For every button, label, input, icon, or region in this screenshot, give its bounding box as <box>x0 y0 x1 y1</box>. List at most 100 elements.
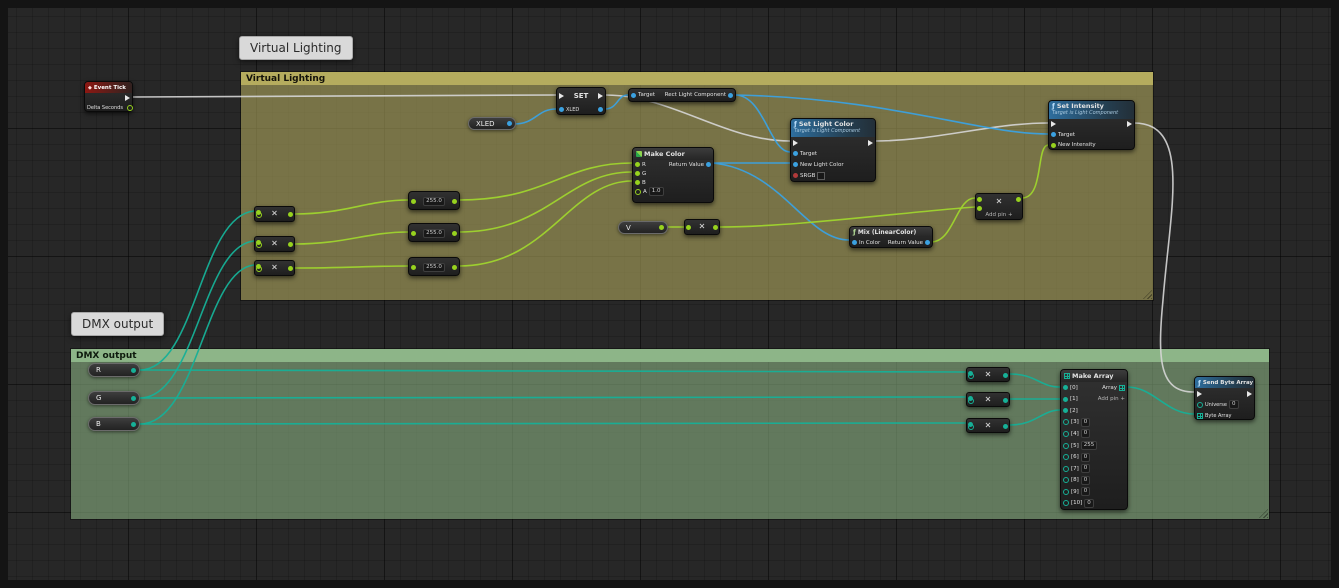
pin-byte-array-in[interactable] <box>1197 413 1203 419</box>
a-value-box[interactable]: 1.0 <box>649 187 664 196</box>
pin-universe-in[interactable] <box>1197 402 1203 408</box>
divide-255-node[interactable]: 255.0 <box>408 257 460 276</box>
node-get-v[interactable]: V <box>618 221 668 234</box>
multiply-node[interactable]: × <box>254 236 295 252</box>
multiply-node[interactable]: × <box>966 392 1010 407</box>
target-label: Target <box>800 151 817 157</box>
pin-a-in[interactable] <box>635 189 641 195</box>
pin-r-in[interactable] <box>635 162 640 167</box>
universe-value-box[interactable]: 0 <box>1229 400 1239 409</box>
node-set-light-color[interactable]: ƒ Set Light Color Target is Light Compon… <box>790 118 876 182</box>
element-value-box[interactable]: 0 <box>1084 499 1094 508</box>
element-value-box[interactable]: 0 <box>1081 487 1091 496</box>
node-set-intensity[interactable]: ƒ Set Intensity Target is Light Componen… <box>1048 100 1135 150</box>
pin-object-out[interactable] <box>598 107 603 112</box>
pin-byte-out[interactable] <box>131 396 136 401</box>
pin-element-in[interactable] <box>1063 500 1069 506</box>
pin-float-in[interactable] <box>411 199 416 204</box>
multiply-node[interactable]: × <box>684 219 720 235</box>
exec-out-pin[interactable] <box>125 95 130 101</box>
element-value-box[interactable]: 0 <box>1081 418 1091 427</box>
pin-array-out[interactable] <box>1119 385 1125 391</box>
node-get-r[interactable]: R <box>88 363 140 377</box>
multiply-symbol: × <box>976 198 1022 206</box>
pin-object-out[interactable] <box>507 121 512 126</box>
pin-object-in[interactable] <box>559 107 564 112</box>
node-get-b[interactable]: B <box>88 417 140 431</box>
element-value-box[interactable]: 0 <box>1081 429 1091 438</box>
pin-element-in[interactable] <box>1063 419 1069 425</box>
node-event-tick[interactable]: ◆ Event Tick Delta Seconds <box>84 81 133 112</box>
pin-g-in[interactable] <box>635 171 640 176</box>
pin-element-in[interactable] <box>1063 454 1069 460</box>
node-send-byte-array[interactable]: ƒ Send Byte Array Universe 0 Byte Array <box>1194 376 1255 420</box>
pin-float-out[interactable] <box>452 231 457 236</box>
element-label: [3] <box>1071 419 1079 425</box>
node-get-xled[interactable]: XLED <box>468 117 516 130</box>
srgb-checkbox[interactable] <box>817 172 825 180</box>
multiply-node[interactable]: × Add pin + <box>975 193 1023 220</box>
pin-float-out[interactable] <box>452 265 457 270</box>
divide-255-node[interactable]: 255.0 <box>408 191 460 210</box>
node-make-array[interactable]: Make Array [0] Array [1] Add pin + [2] <box>1060 369 1128 510</box>
exec-in-pin[interactable] <box>559 93 564 99</box>
exec-in-pin[interactable] <box>1051 121 1056 127</box>
pin-element-in[interactable] <box>1063 477 1069 483</box>
multiply-node[interactable]: × <box>966 418 1010 433</box>
pin-target-in[interactable] <box>1051 132 1056 137</box>
node-get-g[interactable]: G <box>88 391 140 405</box>
pin-new-light-color-in[interactable] <box>793 162 798 167</box>
pin-element-in[interactable] <box>1063 466 1069 472</box>
pin-float-in[interactable] <box>977 206 982 211</box>
add-pin-button[interactable]: Add pin + <box>976 212 1022 218</box>
add-pin-button[interactable]: Add pin + <box>1098 396 1125 402</box>
pin-float-in[interactable] <box>411 265 416 270</box>
pin-byte-out[interactable] <box>131 368 136 373</box>
exec-out-pin[interactable] <box>598 93 603 99</box>
pin-return-out[interactable] <box>706 162 711 167</box>
pin-float-out[interactable] <box>659 225 664 230</box>
value-box[interactable]: 255.0 <box>423 229 445 238</box>
wire-g-across <box>140 397 965 398</box>
value-box[interactable]: 255.0 <box>423 197 445 206</box>
pin-element-in[interactable] <box>1063 443 1069 449</box>
pin-float-in[interactable] <box>411 231 416 236</box>
multiply-node[interactable]: × <box>966 367 1010 382</box>
element-value-box[interactable]: 0 <box>1081 464 1091 473</box>
pin-in-color[interactable] <box>852 240 857 245</box>
multiply-node[interactable]: × <box>254 260 295 276</box>
node-set-xled[interactable]: SET XLED <box>556 87 606 115</box>
blueprint-canvas[interactable]: Virtual Lighting DMX output <box>0 0 1339 588</box>
pin-srgb-in[interactable] <box>793 173 798 178</box>
element-value-box[interactable]: 0 <box>1081 453 1091 462</box>
exec-in-pin[interactable] <box>793 140 798 146</box>
pin-element-in[interactable] <box>1063 385 1068 390</box>
pin-element-in[interactable] <box>1063 397 1068 402</box>
pin-element-in[interactable] <box>1063 489 1069 495</box>
pin-target-in[interactable] <box>631 93 636 98</box>
value-box[interactable]: 255.0 <box>423 263 445 272</box>
node-make-color[interactable]: Make Color R Return Value G B A 1.0 <box>632 147 714 203</box>
pin-byte-out[interactable] <box>131 422 136 427</box>
node-mix-linearcolor[interactable]: ƒ Mix (LinearColor) In Color Return Valu… <box>849 226 933 248</box>
pin-element-in[interactable] <box>1063 431 1069 437</box>
pin-b-in[interactable] <box>635 180 640 185</box>
r-label: R <box>642 162 646 168</box>
pin-element-in[interactable] <box>1063 408 1068 413</box>
exec-in-pin[interactable] <box>1197 391 1202 397</box>
element-value-box[interactable]: 255 <box>1081 441 1098 450</box>
node-rect-light-component[interactable]: Target Rect Light Component <box>628 88 736 102</box>
pin-object-out[interactable] <box>728 93 733 98</box>
divide-255-node[interactable]: 255.0 <box>408 223 460 242</box>
element-value-box[interactable]: 0 <box>1081 476 1091 485</box>
wire-div3-makecolor-b <box>459 181 632 266</box>
exec-out-pin[interactable] <box>1127 121 1132 127</box>
delta-seconds-pin[interactable] <box>127 105 133 111</box>
exec-out-pin[interactable] <box>1247 391 1252 397</box>
pin-float-out[interactable] <box>452 199 457 204</box>
pin-new-intensity-in[interactable] <box>1051 143 1056 148</box>
multiply-node[interactable]: × <box>254 206 295 222</box>
pin-return-out[interactable] <box>925 240 930 245</box>
pin-target-in[interactable] <box>793 151 798 156</box>
exec-out-pin[interactable] <box>868 140 873 146</box>
